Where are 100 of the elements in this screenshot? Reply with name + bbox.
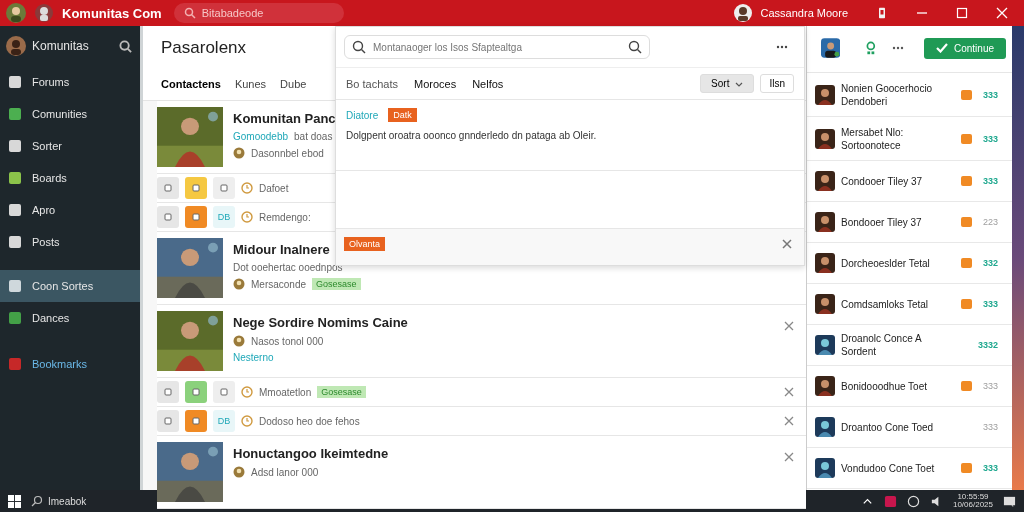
user-icon <box>233 466 245 478</box>
search-icon[interactable] <box>119 39 132 53</box>
count: 333 <box>981 299 998 309</box>
count: 223 <box>981 217 998 227</box>
tag: Datk <box>388 108 417 122</box>
user-icon <box>233 147 245 159</box>
square-icon <box>191 416 201 426</box>
avatar-icon <box>34 3 54 23</box>
icon-button[interactable] <box>185 381 207 403</box>
sidebar-item[interactable]: Dances <box>0 302 140 334</box>
more-icon[interactable] <box>891 46 904 50</box>
icon-button[interactable] <box>185 177 207 199</box>
count: 333 <box>981 133 998 144</box>
square-icon <box>163 416 173 426</box>
icon-button[interactable] <box>157 206 179 228</box>
app-title: Komunitas Com <box>62 5 162 21</box>
post-meta: Nasos tonol 000 <box>251 335 324 347</box>
sort-button[interactable]: Sort <box>700 74 755 93</box>
search-icon[interactable] <box>31 495 43 507</box>
notification-icon[interactable] <box>1003 494 1016 508</box>
user-icon <box>233 278 245 290</box>
icon-button[interactable] <box>157 177 179 199</box>
icon-button[interactable] <box>213 381 235 403</box>
count: 333 <box>981 381 998 391</box>
search-field[interactable]: Montanaoger los Isos Sfaptealtga <box>344 35 650 59</box>
view-button[interactable]: Ilsn <box>760 74 794 93</box>
icon-button[interactable] <box>157 410 179 432</box>
network-icon[interactable] <box>906 494 920 508</box>
notice-text: Dolgpent oroatra ooonco gnnderledo dn pataga ab Oleir. <box>346 130 598 141</box>
clock[interactable]: 10:55:59 10/06/2025 <box>952 493 993 509</box>
tab[interactable]: Contactens <box>161 76 221 92</box>
close-icon[interactable] <box>782 239 792 249</box>
square-icon <box>191 212 201 222</box>
post-title[interactable]: Honuctangoo Ikeimtedne <box>233 446 774 461</box>
count: 333 <box>981 176 998 186</box>
clock-icon <box>241 211 253 223</box>
post-title[interactable]: Nege Sordire Nomims Caine <box>233 315 774 330</box>
check-icon <box>935 43 948 53</box>
icon-button[interactable] <box>185 410 207 432</box>
tag: Olvanta <box>344 237 386 251</box>
clock-icon <box>241 415 253 427</box>
contact-name[interactable]: Bondooer Tiley 37 <box>841 215 950 229</box>
sidebar-item[interactable]: Sorter <box>0 130 140 162</box>
contact-name[interactable]: Droanolc Conce A Sordent <box>841 332 951 358</box>
avatar-icon <box>6 3 26 23</box>
windows-icon[interactable] <box>8 494 21 508</box>
sidebar-item[interactable]: Bookmarks <box>0 348 140 380</box>
count: 332 <box>981 258 998 268</box>
icon-button[interactable] <box>185 206 207 228</box>
maximize-icon[interactable] <box>956 7 968 19</box>
taskbar-search[interactable]: Imeabok <box>48 495 87 507</box>
contact-name[interactable]: Bonidooodhue Toet <box>841 379 950 393</box>
action-label: Remdengo: <box>259 211 311 223</box>
post-subtitle: Dot ooehertac ooednpos <box>233 262 343 273</box>
caret-icon <box>735 82 744 87</box>
sidebar-title: Komunitas <box>32 39 90 53</box>
action-label: Dodoso heo doe fehos <box>259 415 360 427</box>
sidebar-item[interactable]: Boards <box>0 162 140 194</box>
continue-button[interactable]: Continue <box>923 37 1006 59</box>
count: 333 <box>981 422 998 432</box>
tab[interactable]: Nelfos <box>472 77 504 90</box>
search-field[interactable]: Bitabadeode <box>173 3 344 23</box>
contact-name[interactable]: Mersabet Nlo: Sortoonotece <box>841 125 950 152</box>
icon-button[interactable] <box>157 381 179 403</box>
close-icon[interactable] <box>784 416 794 426</box>
action-label: Mmoatetlon <box>259 386 312 398</box>
close-icon[interactable] <box>784 452 794 462</box>
square-icon <box>219 387 229 397</box>
sidebar-item[interactable]: Posts <box>0 226 140 258</box>
post-meta: Adsd lanor 000 <box>251 466 319 478</box>
square-icon <box>219 183 229 193</box>
count: 3332 <box>978 340 998 350</box>
more-icon[interactable] <box>776 45 788 49</box>
sidebar-item[interactable]: Forums <box>0 66 140 98</box>
icon-button[interactable] <box>213 177 235 199</box>
search-icon[interactable] <box>628 40 642 54</box>
close-icon[interactable] <box>784 321 794 331</box>
clock-icon <box>241 386 253 398</box>
tab[interactable]: Dube <box>280 76 307 92</box>
close-icon[interactable] <box>784 387 794 397</box>
contact-name[interactable]: Vondudoo Cone Toet <box>841 461 950 475</box>
search-icon <box>183 7 196 19</box>
phone-icon[interactable] <box>876 7 888 19</box>
sidebar-item[interactable]: Comunities <box>0 98 140 130</box>
contact-name[interactable]: Droantoo Cone Toed <box>841 420 951 434</box>
contact-name[interactable]: Nonien Goocerhocio Dendoberi <box>841 81 950 108</box>
contact-name[interactable]: Condooer Tiley 37 <box>841 174 950 188</box>
post-subtitle: bat doas <box>294 131 333 142</box>
square-icon <box>163 387 173 397</box>
sidebar-item[interactable]: Apro <box>0 194 140 226</box>
tab[interactable]: Moroces <box>414 77 457 90</box>
search-icon <box>352 40 366 54</box>
contact-name[interactable]: Comdsamloks Tetal <box>841 297 950 311</box>
square-icon <box>191 183 201 193</box>
sidebar-item[interactable]: Coon Sortes <box>0 270 140 302</box>
tab[interactable]: Bo tachats <box>346 77 398 90</box>
tab[interactable]: Kunes <box>234 76 267 92</box>
app-icon[interactable] <box>883 494 897 508</box>
contact-name[interactable]: Dorcheoeslder Tetal <box>841 256 950 270</box>
square-icon <box>163 183 173 193</box>
